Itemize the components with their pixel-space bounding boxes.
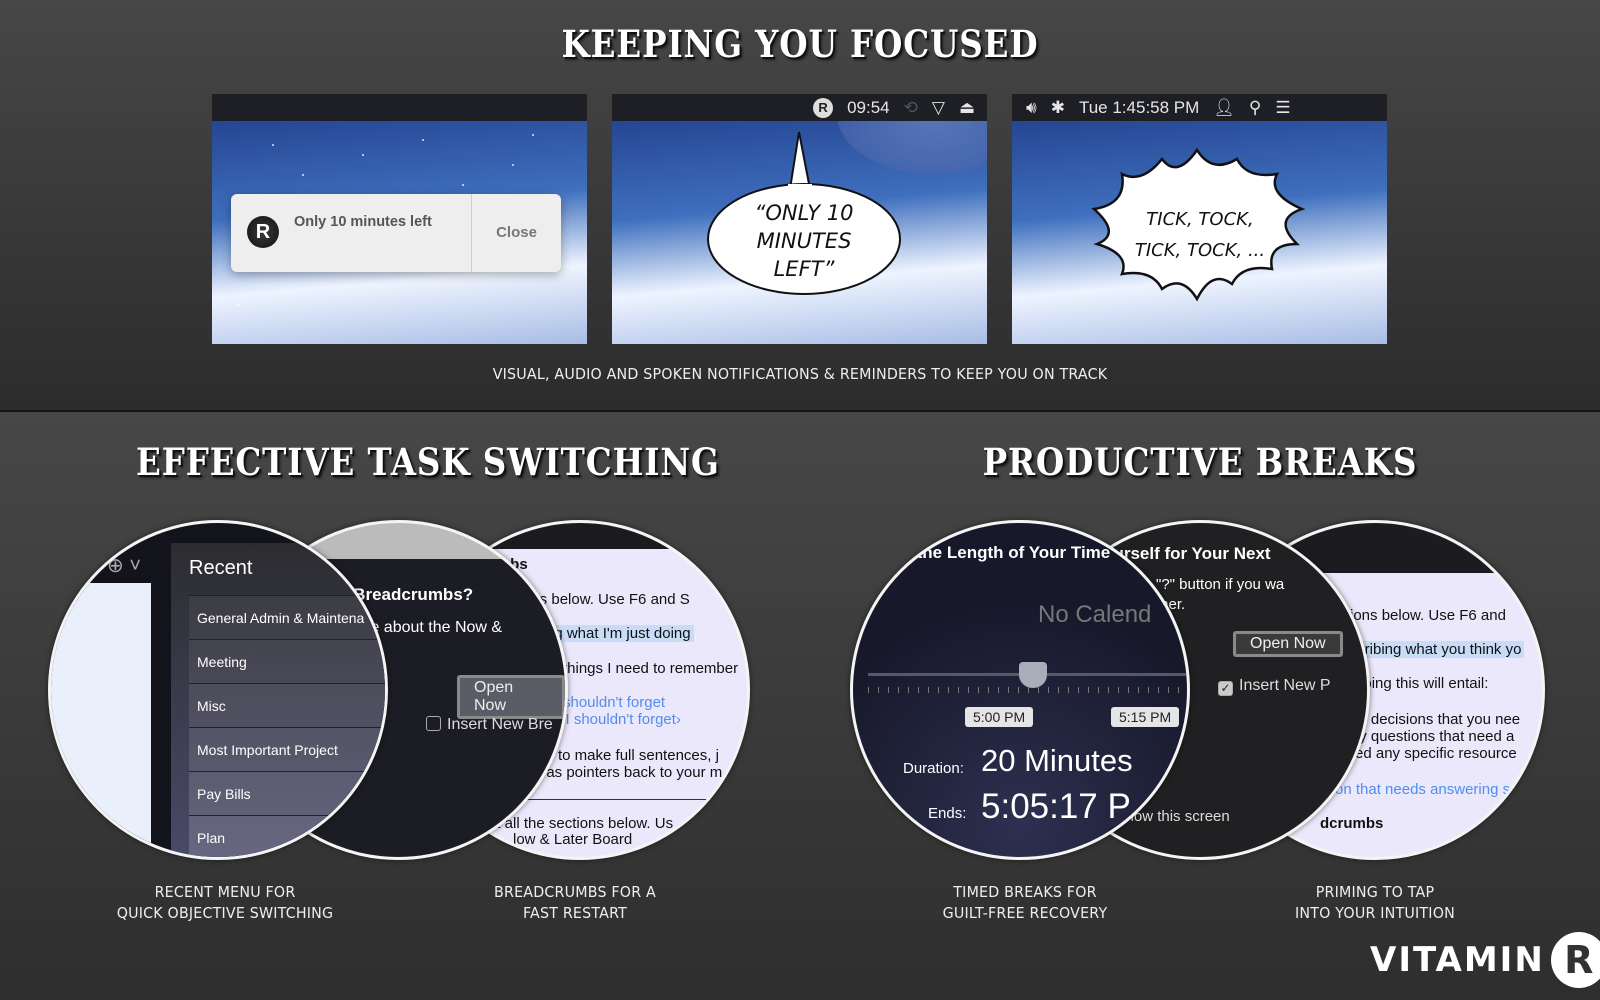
insert-new-priming-checkbox[interactable]: ✓ Insert New P bbox=[1218, 677, 1331, 696]
recent-menu-magnifier: ⊕ ˅ Recent General Admin & Maintena Meeti… bbox=[48, 520, 388, 860]
r-mark-icon: R bbox=[1550, 932, 1600, 988]
recent-menu-item[interactable]: General Admin & Maintena bbox=[189, 595, 385, 639]
menubar bbox=[212, 94, 587, 121]
task-switching-title: EFFECTIVE TASK SWITCHING bbox=[136, 440, 720, 484]
break-timer-magnifier: se the Length of Your Time No Calend 5:0… bbox=[850, 520, 1190, 860]
recent-menu-title: Recent bbox=[189, 557, 253, 579]
notification-panel: R Only 10 minutes left Close bbox=[212, 94, 587, 344]
target-icon[interactable]: ⊕ ˅ bbox=[107, 553, 141, 578]
recent-menu-item[interactable]: Meeting bbox=[189, 639, 385, 683]
focus-subtitle: VISUAL, AUDIO AND SPOKEN NOTIFICATIONS &… bbox=[492, 365, 1108, 383]
audio-ticking-panel: 🔊︎ ✱ Tue 1:45:58 PM 👤︎ ⚲ ☰ TICK, TOCK, TI… bbox=[1012, 94, 1387, 344]
recent-menu-item[interactable]: Most Important Project bbox=[189, 727, 385, 771]
open-now-button[interactable]: Open Now bbox=[457, 675, 565, 719]
caption-priming: PRIMING TO TAP INTO YOUR INTUITION bbox=[1295, 883, 1455, 922]
speech-text: “ONLY 10 MINUTES LEFT” bbox=[754, 201, 854, 281]
app-logo-icon: R bbox=[247, 216, 279, 248]
notification-message: Only 10 minutes left bbox=[294, 214, 432, 230]
caption-recent-menu: RECENT MENU FOR QUICK OBJECTIVE SWITCHING bbox=[116, 883, 334, 922]
ends-value: 5:05:17 P bbox=[981, 787, 1131, 826]
vitamin-r-logo: VITAMIN R bbox=[1370, 932, 1600, 988]
recent-menu-item[interactable]: Misc bbox=[189, 683, 385, 727]
close-button[interactable]: Close bbox=[472, 194, 561, 272]
duration-value: 20 Minutes bbox=[981, 743, 1133, 778]
recent-menu-item[interactable]: Plan bbox=[189, 815, 385, 857]
recent-menu-item[interactable]: Pay Bills bbox=[189, 771, 385, 815]
menubar-timer-panel: R 09:54 ⟲ ▽ ⏏ “ONLY 10 MINUTES LEFT” bbox=[612, 94, 987, 344]
green-window-button[interactable] bbox=[1301, 543, 1315, 557]
focus-title: KEEPING YOU FOCUSED bbox=[561, 22, 1039, 66]
caption-timed-breaks: TIMED BREAKS FOR GUILT-FREE RECOVERY bbox=[942, 883, 1108, 922]
productive-breaks-title: PRODUCTIVE BREAKS bbox=[982, 440, 1418, 484]
insert-breadcrumb-checkbox[interactable]: Insert New Bre bbox=[426, 716, 553, 734]
open-now-button[interactable]: Open Now bbox=[1233, 631, 1343, 657]
caption-breadcrumbs: BREADCRUMBS FOR A FAST RESTART bbox=[494, 883, 656, 922]
burst-text: TICK, TOCK, TICK, TOCK, ... bbox=[1134, 209, 1266, 261]
notification-banner: R Only 10 minutes left Close bbox=[231, 194, 561, 272]
duration-slider-thumb[interactable] bbox=[1019, 662, 1047, 688]
